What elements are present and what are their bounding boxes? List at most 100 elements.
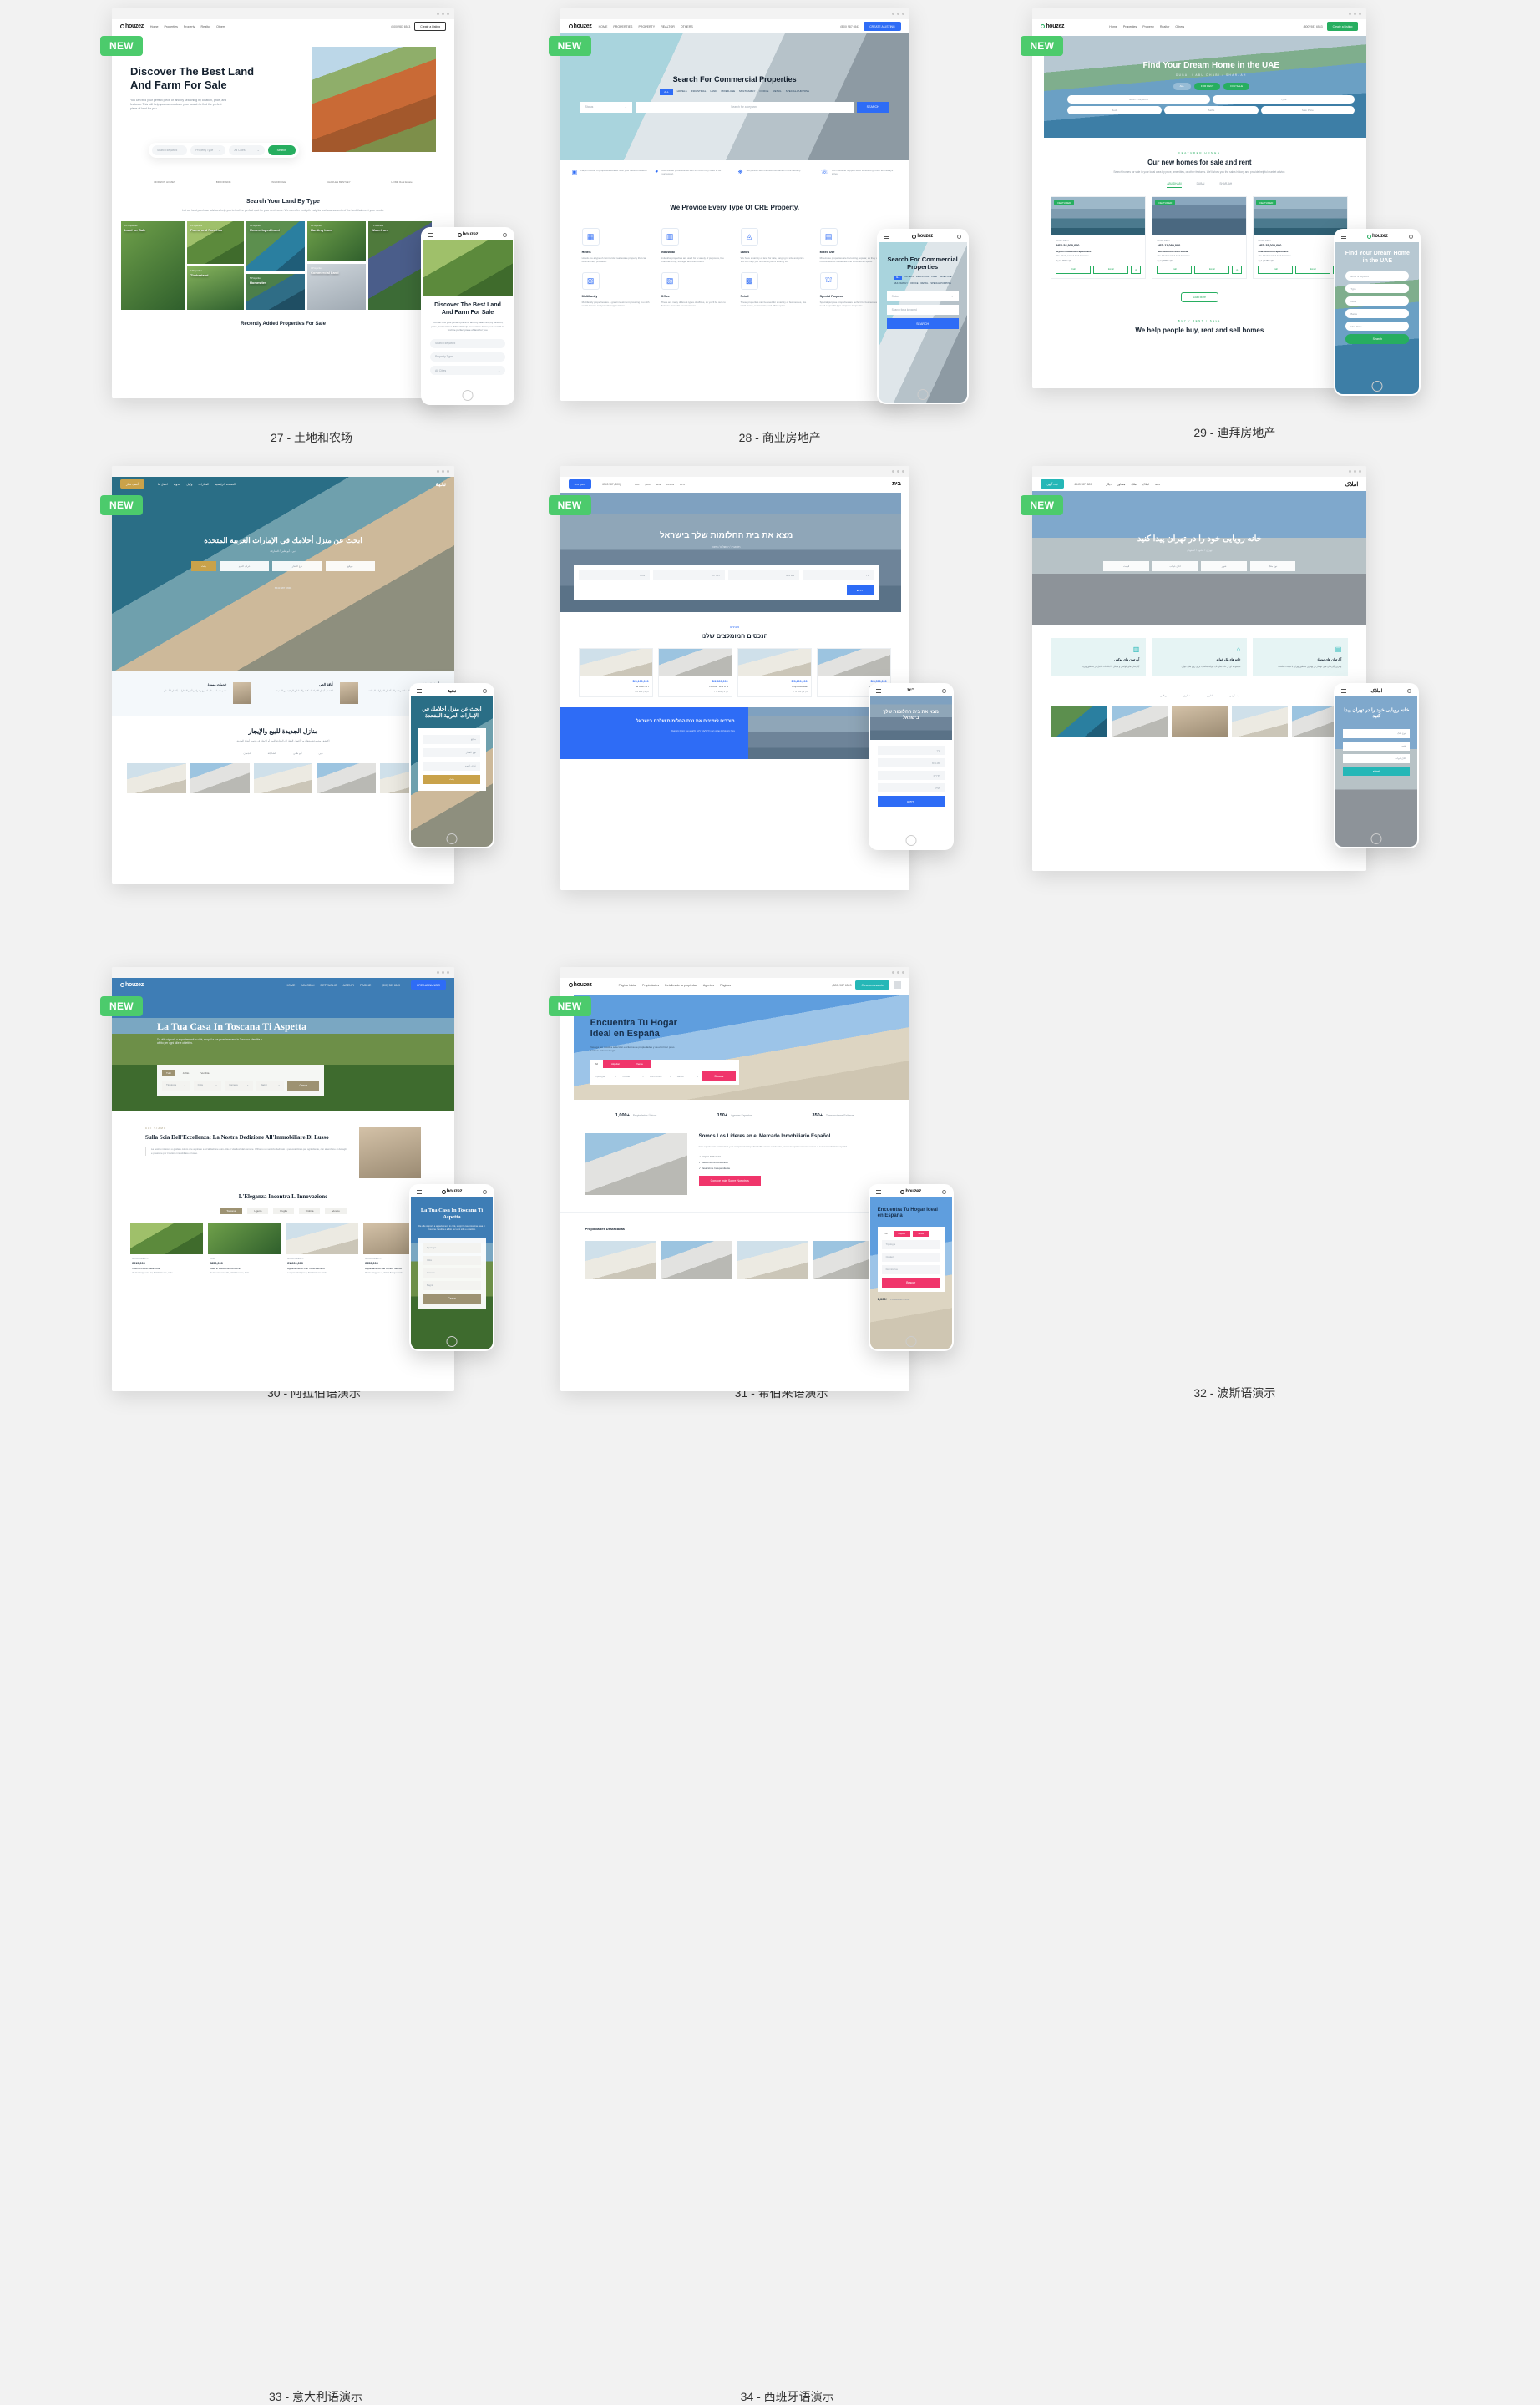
brand-logo[interactable]: houzez <box>900 1189 921 1194</box>
nav-item[interactable]: DETTAGLIO <box>320 984 337 987</box>
tab-all[interactable]: Tutti <box>162 1070 175 1076</box>
tab-industrial[interactable]: INDUSTRIAL <box>691 89 707 95</box>
tab-venta[interactable]: Venta <box>913 1230 929 1237</box>
city-select[interactable]: شهر <box>1201 560 1247 571</box>
brand-logo[interactable]: املاک <box>1345 481 1358 488</box>
nav-item[interactable]: Agentes <box>703 984 714 987</box>
phone-keyword-input[interactable]: Enter a keyword <box>1345 271 1410 281</box>
city-tab[interactable]: عجمان <box>244 752 251 755</box>
email-button[interactable]: Email <box>1194 266 1230 275</box>
status-select[interactable]: Status ⌄ <box>580 101 632 113</box>
nav-item[interactable]: Realtor <box>1160 25 1170 28</box>
hero-tabs[interactable]: ALL FOR RENT FOR SALE <box>1044 82 1366 90</box>
nav-item[interactable]: OTHERS <box>681 25 693 28</box>
listing-card[interactable]: APPARTAMENTO €1,200,000 Appartamento Con… <box>286 1223 358 1278</box>
bagni-select[interactable]: Bagni ⌄ <box>256 1080 285 1091</box>
nav-item[interactable]: Properties <box>165 25 178 28</box>
tile-land-for-sale[interactable]: 10 Properties Land for Sale <box>121 221 185 311</box>
tab-residential[interactable]: مسکونی <box>1229 694 1239 697</box>
brand-logo[interactable]: املاک <box>1370 688 1382 694</box>
tab-affitto[interactable]: Affitto <box>179 1070 194 1076</box>
bedrooms-select[interactable]: غرف النوم <box>219 560 270 571</box>
nav-links[interactable]: خانه املاک ملک مشاور دیگر <box>1106 483 1160 486</box>
nav-item[interactable]: اتصل بنا <box>158 483 168 486</box>
listing-thumb[interactable] <box>737 1241 808 1279</box>
phone-status-select[interactable]: Status ⌄ <box>886 291 959 302</box>
phone-type-select[interactable]: نوع ملک <box>1343 728 1411 738</box>
listing-card[interactable]: CASA €850,000 Casa in Affitto con Terraz… <box>208 1223 281 1278</box>
nav-item[interactable]: AGENTI <box>343 984 354 987</box>
tab-hotels[interactable]: HOTELS <box>904 276 913 280</box>
listing-thumb[interactable] <box>1171 706 1228 738</box>
hamburger-icon[interactable] <box>884 235 889 237</box>
cre-type-card[interactable]: ▥ Industrial Industrial properties are use… <box>661 227 729 264</box>
phone-number[interactable]: (800) 987 6543 <box>840 25 859 28</box>
nav-item[interactable]: Property <box>184 25 195 28</box>
phone-search-button[interactable]: بحث <box>423 774 480 784</box>
nav-item[interactable]: נכס <box>656 483 661 486</box>
city-tab[interactable]: أبو ظبي <box>293 752 301 755</box>
add-listing-button[interactable]: ثبت آگهی <box>1041 479 1064 489</box>
bedrooms-select[interactable]: اتاق خواب <box>1152 560 1198 571</box>
cre-type-card[interactable]: ▨ Multifamily Multifamily properties are a… <box>581 271 650 308</box>
phone-ciudad-select[interactable]: Ciudad <box>881 1252 940 1262</box>
nav-links[interactable]: Página Inicial Propiedades Detalles de l… <box>619 984 732 987</box>
nav-item[interactable]: IMMOBILI <box>301 984 314 987</box>
nav-item[interactable]: وكيل <box>186 483 192 486</box>
tab-venta[interactable]: Venta <box>628 1059 651 1068</box>
search-button[interactable]: חיפוש <box>846 585 874 595</box>
filter-tab-umbria[interactable]: Umbria <box>298 1208 321 1214</box>
cre-type-card[interactable]: ▦ Hotels Hotels are a type of commercial r… <box>581 227 650 264</box>
gear-icon[interactable] <box>956 234 961 239</box>
phone-dormitorios-select[interactable]: Dormitorios <box>881 1264 940 1274</box>
brand-logo[interactable]: houzez <box>120 982 144 988</box>
phone-tabs[interactable]: All Alquilar Venta <box>882 1230 940 1237</box>
listing-card[interactable]: FEATURED APARTMENT AED 54,930,000 Stylis… <box>1051 196 1147 280</box>
phone-citta-select[interactable]: Città <box>423 1255 481 1265</box>
phone-city-select[interactable]: All Cities ⌄ <box>430 365 505 376</box>
call-button[interactable]: Call <box>1056 266 1092 275</box>
phone-beds-select[interactable]: Beds <box>1345 296 1410 306</box>
beds-select[interactable]: Beds <box>1067 105 1162 114</box>
ciudad-select[interactable]: Ciudad ⌄ <box>621 1073 646 1080</box>
phone-keyword-input[interactable]: Search for a keyword <box>886 305 959 316</box>
nav-item[interactable]: Home <box>150 25 159 28</box>
cre-type-card[interactable]: ▧ Office There are many different types of… <box>661 271 729 308</box>
rooms-select[interactable]: חדרים <box>653 570 725 580</box>
city-select[interactable]: עיר <box>803 570 874 580</box>
create-listing-button[interactable]: Create a Listing <box>414 22 446 31</box>
phone-type-select[interactable]: סוג נכס <box>877 758 945 767</box>
nav-links[interactable]: HOME PROPERTIES PROPERTY REALTOR OTHERS <box>599 25 693 28</box>
search-button[interactable]: Cerca <box>287 1080 320 1091</box>
brand-logo[interactable]: houzez <box>912 234 933 239</box>
nav-item[interactable]: Página Inicial <box>619 984 636 987</box>
brand-logo[interactable]: houzez <box>441 1189 463 1194</box>
cre-type-card[interactable]: ◬ Lands We have a variety of land for sale… <box>740 227 808 264</box>
tab-multifamily[interactable]: MULTIFAMILY <box>739 89 755 95</box>
cre-type-card[interactable]: ▩ Retail These properties can be used for … <box>740 271 808 308</box>
listing-card[interactable]: ₪6,100,000 וילה על הים 6 | 4 | 320 מ"ר <box>578 648 653 697</box>
tab-special-purpose[interactable]: SPECIAL-PURPOSE <box>786 89 809 95</box>
tab-commercial[interactable]: تجاری <box>1183 694 1190 697</box>
listing-thumb[interactable] <box>317 762 377 793</box>
tab-office[interactable]: اداری <box>1207 694 1213 697</box>
tab-all[interactable]: ALL <box>893 276 903 281</box>
city-tab[interactable]: دبي <box>319 752 323 755</box>
feature-card[interactable]: ▥ آپارتمان های لوکس آپارتمان های لوکس و … <box>1051 638 1147 676</box>
tile-hunting-land[interactable]: 3 Properties Hunting Land <box>307 221 366 262</box>
type-select[interactable]: Type <box>1212 94 1355 104</box>
call-button[interactable]: Call <box>1157 266 1193 275</box>
phone-search-button[interactable]: جستجو <box>1343 766 1411 776</box>
tile-commercial-land[interactable]: 4 Properties Commercial Land <box>307 264 366 311</box>
tab-all[interactable]: All <box>882 1231 891 1237</box>
nav-item[interactable]: Propiedades <box>642 984 659 987</box>
brand-logo[interactable]: houzez <box>457 232 479 237</box>
listing-thumb[interactable] <box>1231 706 1289 738</box>
nav-item[interactable]: العقارات <box>198 483 209 486</box>
hero-tabs[interactable]: All Alquilar Venta <box>590 1059 739 1068</box>
banos-select[interactable]: Baños ⌄ <box>676 1073 701 1080</box>
tile-homesites[interactable]: 5 Properties Homesites <box>246 274 305 311</box>
tab-villa[interactable]: ویلایی <box>1160 694 1167 697</box>
city-tab-abu-dhabi[interactable]: ABU DHABI <box>1167 182 1182 189</box>
phone-search-keyword[interactable]: Search keyword <box>430 338 505 348</box>
